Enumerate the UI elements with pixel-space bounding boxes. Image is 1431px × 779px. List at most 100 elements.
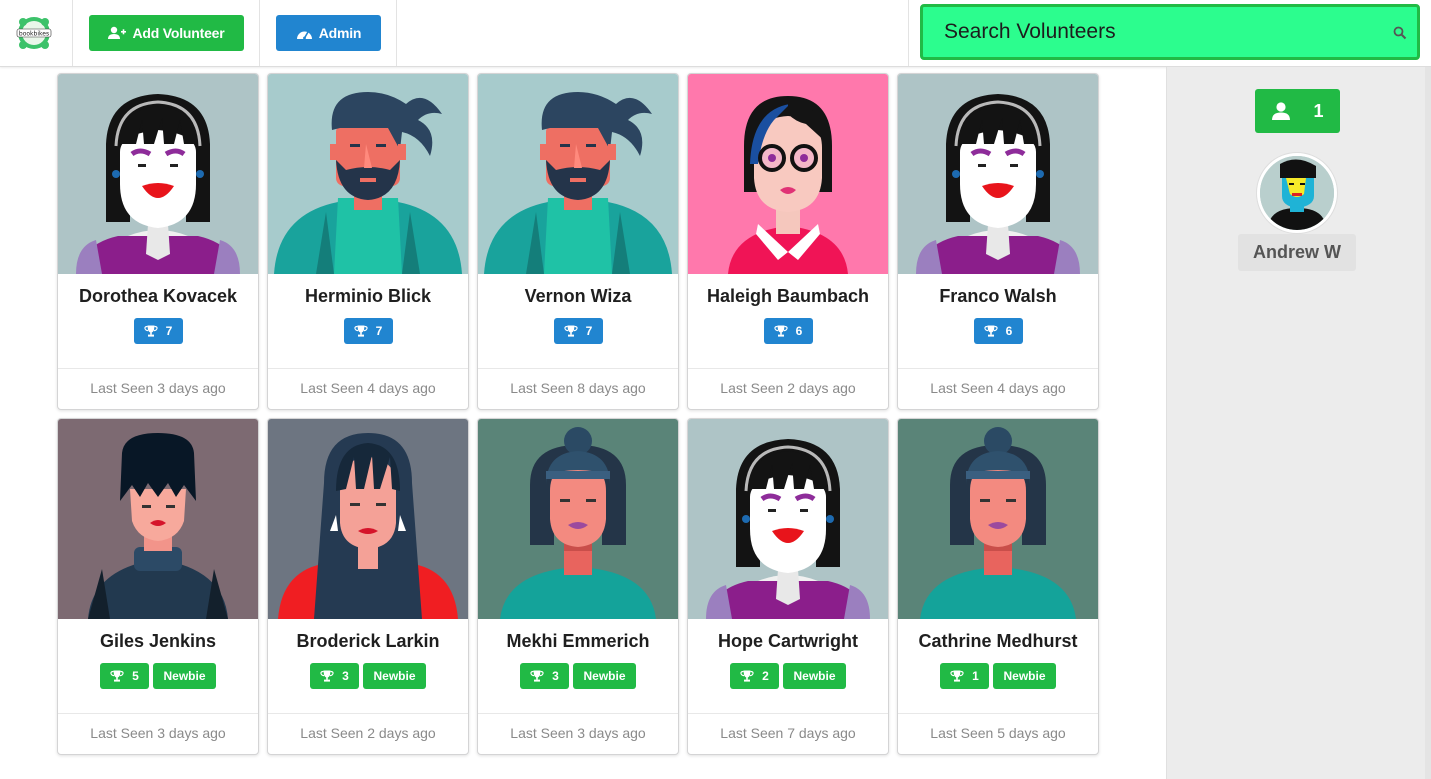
- volunteer-name: Franco Walsh: [939, 286, 1057, 306]
- trophy-icon: [320, 670, 334, 682]
- active-count-button[interactable]: 1: [1255, 89, 1340, 133]
- badge-group: 7: [268, 318, 468, 344]
- volunteer-name: Broderick Larkin: [296, 631, 440, 651]
- app-logo[interactable]: bookbikes: [14, 14, 54, 52]
- trophy-count: 5: [132, 669, 139, 683]
- trophy-icon: [950, 670, 964, 682]
- search-icon[interactable]: [1393, 26, 1407, 40]
- badge-group: 2 Newbie: [688, 663, 888, 689]
- search-box: [920, 4, 1420, 60]
- svg-text:bookbikes: bookbikes: [19, 31, 49, 38]
- search-input[interactable]: [923, 7, 1417, 57]
- last-seen-text: Last Seen 3 days ago: [90, 725, 226, 741]
- volunteer-card[interactable]: Haleigh Baumbach 6 Last Seen 2 days ago: [687, 73, 889, 410]
- signed-in-avatar[interactable]: [1257, 153, 1337, 233]
- trophy-count: 7: [375, 324, 383, 338]
- trophy-count-badge: 3: [520, 663, 569, 689]
- volunteer-avatar: [478, 74, 678, 274]
- badge-group: 1 Newbie: [898, 663, 1098, 689]
- trophy-count-badge: 2: [730, 663, 779, 689]
- volunteer-name: Herminio Blick: [304, 286, 432, 306]
- trophy-count: 3: [342, 669, 349, 683]
- trophy-icon: [354, 325, 368, 337]
- trophy-icon: [774, 325, 788, 337]
- top-navbar: bookbikes Add Volunteer Admin: [0, 0, 1431, 67]
- active-count: 1: [1313, 100, 1324, 121]
- volunteer-avatar: [268, 419, 468, 619]
- last-seen-text: Last Seen 3 days ago: [510, 725, 646, 741]
- newbie-badge: Newbie: [783, 663, 846, 689]
- trophy-icon: [110, 670, 124, 682]
- last-seen-text: Last Seen 2 days ago: [720, 380, 856, 396]
- active-volunteers-sidebar: 1 Andrew W: [1166, 67, 1431, 779]
- card-divider: [58, 368, 258, 369]
- volunteer-name: Dorothea Kovacek: [78, 286, 238, 306]
- badge-group: 3 Newbie: [478, 663, 678, 689]
- volunteer-card[interactable]: Mekhi Emmerich 3 Newbie Last Seen 3 days a…: [477, 418, 679, 755]
- badge-group: 6: [898, 318, 1098, 344]
- volunteer-card[interactable]: Franco Walsh 6 Last Seen 4 days ago: [897, 73, 1099, 410]
- card-divider: [898, 368, 1098, 369]
- last-seen-text: Last Seen 2 days ago: [300, 725, 436, 741]
- last-seen-text: Last Seen 5 days ago: [930, 725, 1066, 741]
- badge-group: 3 Newbie: [268, 663, 468, 689]
- volunteer-avatar: [688, 74, 888, 274]
- trophy-count: 6: [1005, 324, 1013, 338]
- volunteer-avatar: [268, 74, 468, 274]
- dashboard-icon: [296, 31, 312, 39]
- trophy-count-badge: 6: [763, 318, 813, 344]
- volunteer-card[interactable]: Dorothea Kovacek 7 Last Seen 3 days ago: [57, 73, 259, 410]
- trophy-icon: [564, 325, 578, 337]
- volunteer-avatar: [898, 74, 1098, 274]
- card-divider: [268, 368, 468, 369]
- trophy-icon: [984, 325, 998, 337]
- trophy-count: 2: [762, 669, 769, 683]
- card-divider: [688, 713, 888, 714]
- trophy-count-badge: 7: [133, 318, 183, 344]
- last-seen-text: Last Seen 4 days ago: [930, 380, 1066, 396]
- volunteer-name: Haleigh Baumbach: [706, 286, 870, 306]
- add-user-icon: [108, 26, 127, 39]
- signed-in-user-name[interactable]: Andrew W: [1238, 234, 1356, 271]
- trophy-count: 7: [165, 324, 173, 338]
- badge-group: 5 Newbie: [58, 663, 258, 689]
- trophy-count-badge: 7: [343, 318, 393, 344]
- volunteer-name: Mekhi Emmerich: [506, 631, 650, 651]
- trophy-icon: [144, 325, 158, 337]
- card-divider: [58, 713, 258, 714]
- last-seen-text: Last Seen 3 days ago: [90, 380, 226, 396]
- trophy-icon: [740, 670, 754, 682]
- volunteer-card[interactable]: Hope Cartwright 2 Newbie Last Seen 7 days …: [687, 418, 889, 755]
- admin-label: Admin: [318, 25, 362, 41]
- volunteer-avatar: [478, 419, 678, 619]
- volunteer-name: Cathrine Medhurst: [918, 631, 1078, 651]
- trophy-count: 7: [585, 324, 593, 338]
- volunteer-card[interactable]: Giles Jenkins 5 Newbie Last Seen 3 days ag…: [57, 418, 259, 755]
- newbie-badge: Newbie: [363, 663, 426, 689]
- volunteer-card[interactable]: Broderick Larkin 3 Newbie Last Seen 2 days…: [267, 418, 469, 755]
- newbie-badge: Newbie: [573, 663, 636, 689]
- trophy-count-badge: 5: [100, 663, 149, 689]
- add-volunteer-button[interactable]: Add Volunteer: [89, 15, 244, 51]
- trophy-count: 1: [972, 669, 979, 683]
- trophy-count-badge: 1: [940, 663, 989, 689]
- trophy-count: 3: [552, 669, 559, 683]
- badge-group: 7: [58, 318, 258, 344]
- volunteer-name: Vernon Wiza: [524, 286, 632, 306]
- volunteer-avatar: [898, 419, 1098, 619]
- trophy-count-badge: 3: [310, 663, 359, 689]
- trophy-count-badge: 7: [553, 318, 603, 344]
- volunteer-card[interactable]: Vernon Wiza 7 Last Seen 8 days ago: [477, 73, 679, 410]
- admin-button[interactable]: Admin: [276, 15, 381, 51]
- card-divider: [478, 713, 678, 714]
- user-icon: [1272, 102, 1291, 120]
- last-seen-text: Last Seen 8 days ago: [510, 380, 646, 396]
- card-divider: [688, 368, 888, 369]
- card-divider: [268, 713, 468, 714]
- last-seen-text: Last Seen 7 days ago: [720, 725, 856, 741]
- add-volunteer-label: Add Volunteer: [132, 25, 225, 41]
- badge-group: 6: [688, 318, 888, 344]
- volunteer-avatar: [58, 74, 258, 274]
- volunteer-card[interactable]: Cathrine Medhurst 1 Newbie Last Seen 5 day…: [897, 418, 1099, 755]
- volunteer-card[interactable]: Herminio Blick 7 Last Seen 4 days ago: [267, 73, 469, 410]
